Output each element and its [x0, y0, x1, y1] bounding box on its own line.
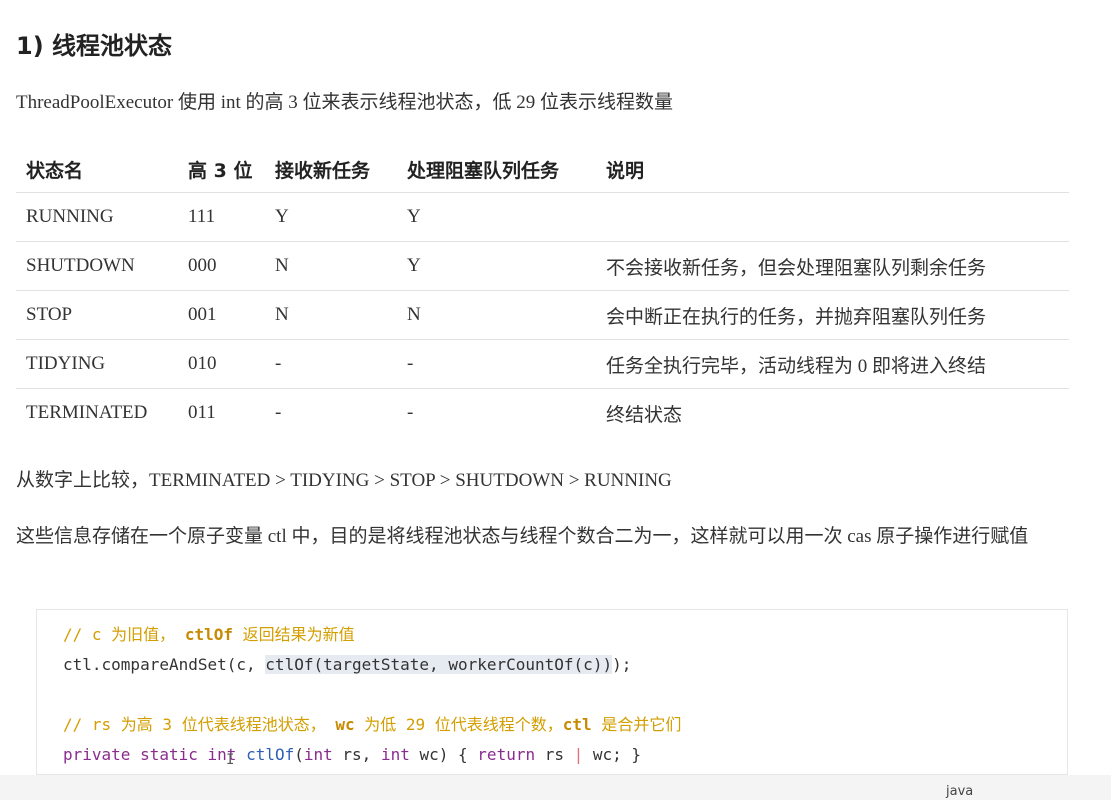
thread-pool-state-table: 状态名 高 3 位 接收新任务 处理阻塞队列任务 说明 RUNNING 111 …: [16, 146, 1069, 437]
table-cell: Y: [397, 241, 596, 291]
table-cell: -: [275, 402, 282, 423]
table-cell: TERMINATED: [26, 402, 148, 423]
section-title: 1) 线程池状态: [16, 32, 173, 60]
text-cursor-icon: I: [226, 752, 235, 768]
code-comment: 返回结果为新值: [232, 625, 355, 644]
table-row: TIDYING 010 - - 任务全执行完毕，活动线程为 0 即将进入终结: [16, 339, 1069, 389]
table-cell: -: [265, 339, 397, 389]
table-cell: 终结状态: [606, 404, 683, 426]
code-comment: // rs 为高 3 位代表线程池状态，: [63, 715, 336, 734]
table-cell: TIDYING: [16, 339, 178, 389]
code-language-label: java: [946, 784, 974, 799]
code-line-4: private static int ctlOf(int rs, int wc)…: [63, 740, 681, 770]
table-cell: 任务全执行完毕，活动线程为 0 即将进入终结: [596, 339, 1069, 389]
table-cell: Y: [397, 192, 596, 242]
code-function-name: ctlOf: [246, 745, 295, 764]
code-comment: // c 为旧值，: [63, 625, 185, 644]
intro-paragraph: ThreadPoolExecutor 使用 int 的高 3 位来表示线程池状态…: [16, 92, 674, 113]
table-cell: Y: [265, 192, 397, 242]
code-keyword: int: [380, 745, 410, 764]
code-keyword: private: [63, 745, 131, 764]
table-cell: N: [265, 241, 397, 291]
code-comment-identifier: wc: [335, 715, 355, 734]
code-text: rs,: [332, 745, 381, 764]
header-process-queue-tasks: 处理阻塞队列任务: [397, 146, 596, 193]
table-cell: -: [407, 402, 414, 423]
table-header-row: 状态名 高 3 位 接收新任务 处理阻塞队列任务 说明: [16, 146, 1069, 193]
code-keyword: return: [477, 745, 536, 764]
table-cell: 001: [178, 290, 265, 340]
table-cell: -: [397, 339, 596, 389]
table-cell: N: [265, 290, 397, 340]
table-cell: STOP: [16, 290, 178, 340]
table-cell: 不会接收新任务，但会处理阻塞队列剩余任务: [596, 241, 1069, 291]
table-cell: 111: [178, 192, 265, 242]
table-cell: 000: [178, 241, 265, 291]
code-content[interactable]: // c 为旧值， ctlOf 返回结果为新值 ctl.compareAndSe…: [63, 620, 681, 770]
code-text: );: [612, 655, 632, 674]
table-cell: SHUTDOWN: [16, 241, 178, 291]
code-text: (: [294, 745, 304, 764]
code-comment: 为低 29 位代表线程个数，: [354, 715, 563, 734]
table-cell: RUNNING: [16, 192, 178, 242]
info-paragraph: 这些信息存储在一个原子变量 ctl 中，目的是将线程池状态与线程个数合二为一，这…: [16, 526, 1029, 547]
code-comment: 是合并它们: [591, 715, 682, 734]
table-row: SHUTDOWN 000 N Y 不会接收新任务，但会处理阻塞队列剩余任务: [16, 241, 1069, 291]
code-text: wc) {: [409, 745, 478, 764]
table-cell: 011: [188, 402, 216, 423]
code-comment-identifier: ctl: [562, 715, 592, 734]
code-text: ctl.compareAndSet(c,: [63, 655, 266, 674]
code-highlighted-selection[interactable]: ctlOf(targetState, workerCountOf(c)): [265, 655, 613, 674]
code-line-2: ctl.compareAndSet(c, ctlOf(targetState, …: [63, 650, 681, 680]
table-cell: 会中断正在执行的任务，并抛弃阻塞队列任务: [596, 290, 1069, 340]
compare-paragraph: 从数字上比较，TERMINATED > TIDYING > STOP > SHU…: [16, 470, 672, 491]
table-row: STOP 001 N N 会中断正在执行的任务，并抛弃阻塞队列任务: [16, 290, 1069, 340]
table-row: TERMINATED 011 - - 终结状态: [16, 389, 1069, 438]
header-state-name: 状态名: [16, 146, 178, 193]
code-operator: |: [573, 745, 584, 764]
code-text: rs: [535, 745, 574, 764]
code-line-3: // rs 为高 3 位代表线程池状态， wc 为低 29 位代表线程个数，ct…: [63, 710, 681, 740]
code-text: wc; }: [583, 745, 642, 764]
table-cell: N: [397, 290, 596, 340]
code-line-1: // c 为旧值， ctlOf 返回结果为新值: [63, 620, 681, 650]
table-row: RUNNING 111 Y Y: [16, 192, 1069, 242]
page-bottom-edge: [0, 775, 1111, 800]
header-accept-new-tasks: 接收新任务: [265, 146, 397, 193]
table-cell: [596, 192, 1069, 242]
code-keyword: static: [140, 745, 198, 764]
table-cell: 010: [178, 339, 265, 389]
code-comment-identifier: ctlOf: [184, 625, 233, 644]
header-description: 说明: [596, 146, 1069, 193]
code-block[interactable]: // c 为旧值， ctlOf 返回结果为新值 ctl.compareAndSe…: [36, 609, 1068, 775]
header-high-3-bits: 高 3 位: [178, 146, 265, 193]
code-keyword: int: [303, 745, 333, 764]
